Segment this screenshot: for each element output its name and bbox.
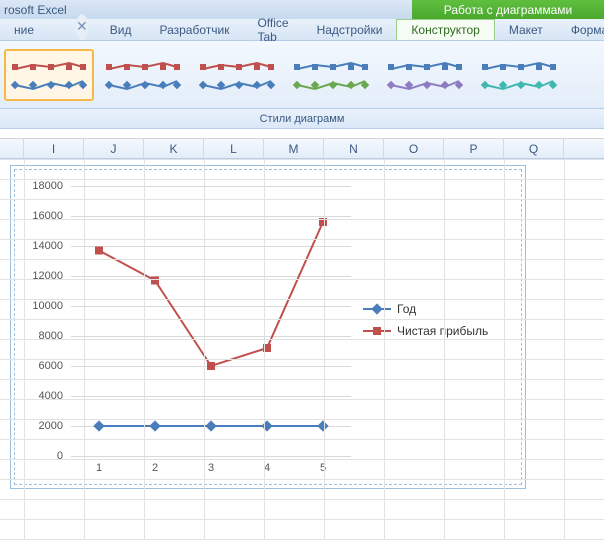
worksheet-area[interactable]: 0200040006000800010000120001400016000180… (0, 159, 604, 539)
tab-view-partial[interactable]: ние (0, 19, 48, 40)
app-title: rosoft Excel (0, 0, 412, 19)
close-icon[interactable]: ✕ (76, 14, 88, 40)
tab-layout[interactable]: Макет (495, 19, 557, 40)
legend-item[interactable]: Чистая прибыль (363, 324, 488, 338)
col-header-J[interactable]: J (84, 139, 144, 158)
tab-office[interactable]: Office Tab (243, 19, 302, 40)
col-header-L[interactable]: L (204, 139, 264, 158)
tab-view[interactable]: Вид (96, 19, 146, 40)
col-header-Q[interactable]: Q (504, 139, 564, 158)
chart-style-5[interactable] (380, 49, 470, 101)
col-header-N[interactable]: N (324, 139, 384, 158)
column-headers: IJKLMNOPQ (0, 139, 604, 159)
legend-label: Год (397, 302, 416, 316)
chart-styles-gallery (0, 41, 604, 109)
chart-style-2[interactable] (98, 49, 188, 101)
tab-developer[interactable]: Разработчик (145, 19, 243, 40)
col-header-M[interactable]: M (264, 139, 324, 158)
chart-x-axis: 12345 (71, 462, 351, 478)
legend-item[interactable]: Год (363, 302, 488, 316)
chart-style-3[interactable] (192, 49, 282, 101)
chart-style-6[interactable] (474, 49, 564, 101)
chart-tools-title: Работа с диаграммами (412, 0, 604, 19)
legend-label: Чистая прибыль (397, 324, 488, 338)
chart-style-1[interactable] (4, 49, 94, 101)
tab-addins[interactable]: Надстройки (303, 19, 397, 40)
col-header-K[interactable]: K (144, 139, 204, 158)
col-header-P[interactable]: P (444, 139, 504, 158)
tab-format[interactable]: Формат (557, 19, 604, 40)
ribbon-group-label: Стили диаграмм (0, 109, 604, 129)
chart-plot-area[interactable] (71, 186, 351, 456)
chart-style-4[interactable] (286, 49, 376, 101)
col-header-O[interactable]: O (384, 139, 444, 158)
embedded-chart[interactable]: 0200040006000800010000120001400016000180… (10, 165, 526, 489)
tab-design[interactable]: Конструктор (396, 19, 494, 40)
ribbon-tabs: ние ✕ Вид Разработчик Office Tab Надстро… (0, 19, 604, 41)
col-header-I[interactable]: I (24, 139, 84, 158)
chart-y-axis: 0200040006000800010000120001400016000180… (19, 186, 67, 456)
